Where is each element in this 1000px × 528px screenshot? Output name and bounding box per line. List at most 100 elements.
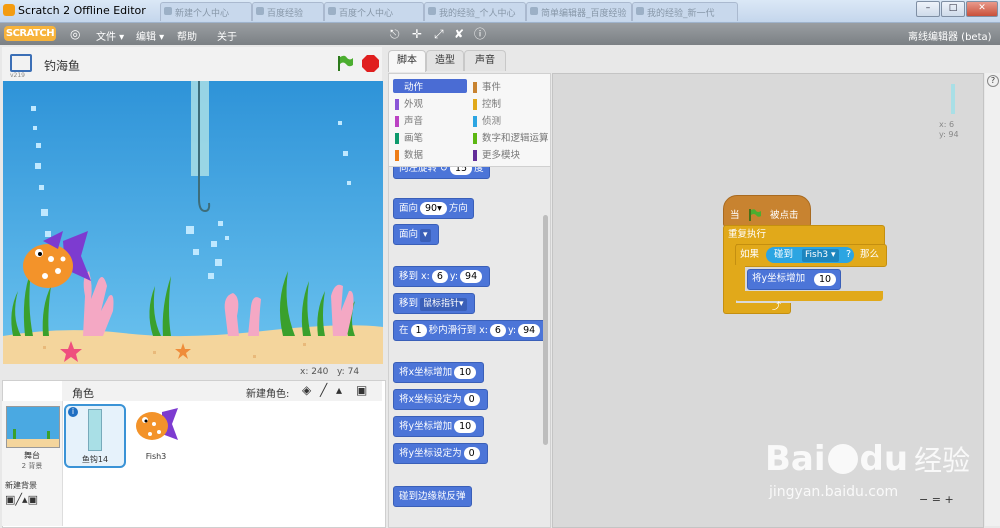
sprite-tile-hook[interactable]: i 鱼钩14 <box>64 404 126 468</box>
browser-tab-2[interactable]: 百度经验 <box>252 2 324 21</box>
backdrop-library-icon[interactable]: ▣ <box>5 493 15 506</box>
zoom-in-icon[interactable]: + <box>944 493 953 506</box>
block-input[interactable]: 0 <box>463 393 480 406</box>
shrink-icon[interactable]: ✘ <box>454 27 464 41</box>
bounce-block[interactable]: 碰到边缘就反弹 <box>393 486 472 507</box>
duplicate-stamp-icon[interactable]: ⎋ <box>390 27 400 41</box>
help-icon[interactable]: ⓘ <box>474 27 486 41</box>
project-title[interactable]: 钓海鱼 <box>44 57 80 74</box>
right-scrollbar[interactable]: ? <box>985 73 1000 526</box>
change-y-script-block[interactable]: 将y坐标增加 10 <box>747 269 841 290</box>
set-x-block[interactable]: 将x坐标设定为 0 <box>393 389 488 410</box>
turn-left-block[interactable]: 向左旋转 ↺ 15 度 <box>393 166 490 179</box>
block-text: 移到 <box>399 298 419 309</box>
block-input[interactable]: 94 <box>518 324 541 337</box>
if-prefix: 如果 <box>740 249 760 260</box>
block-dropdown[interactable]: ▾ <box>420 229 431 242</box>
browser-tab-3[interactable]: 百度个人中心 <box>324 2 424 21</box>
sprite-library-icon[interactable]: ◈ <box>302 383 311 397</box>
point-towards-block[interactable]: 面向 ▾ <box>393 224 439 245</box>
glide-block[interactable]: 在 1 秒内滑行到 x: 6 y: 94 <box>393 320 549 341</box>
minimize-button[interactable]: – <box>916 1 940 17</box>
block-text: 方向 <box>448 203 468 214</box>
cut-icon[interactable]: ✛ <box>412 27 422 41</box>
sprite-tile-fish3[interactable]: Fish3 <box>128 404 184 464</box>
paint-brush-icon[interactable]: ╱ <box>320 383 327 397</box>
touching-target-dropdown[interactable]: Fish3 ▾ <box>802 249 839 262</box>
stop-icon[interactable] <box>362 55 379 75</box>
category-looks[interactable]: 外观 <box>395 96 423 110</box>
category-sensing[interactable]: 侦测 <box>473 113 501 127</box>
baidu-watermark: Bai du 经验 <box>765 439 970 479</box>
category-more-blocks[interactable]: 更多模块 <box>473 147 520 161</box>
block-text: 度 <box>474 166 484 174</box>
block-text: 将x坐标设定为 <box>399 394 462 405</box>
go-to-block[interactable]: 移到 鼠标指针▾ <box>393 293 475 314</box>
change-x-block[interactable]: 将x坐标增加 10 <box>393 362 485 383</box>
block-input[interactable]: 10 <box>814 273 837 286</box>
category-control[interactable]: 控制 <box>473 96 501 110</box>
if-then: 那么 <box>860 249 880 260</box>
block-input[interactable]: 0 <box>463 447 480 460</box>
block-input[interactable]: 1 <box>410 324 427 337</box>
go-to-xy-block[interactable]: 移到 x: 6 y: 94 <box>393 266 491 287</box>
info-icon[interactable]: i <box>68 407 78 417</box>
menu-help[interactable]: 帮助 <box>177 28 197 43</box>
browser-tab-6[interactable]: 我的经验_新一代 <box>632 2 738 21</box>
forever-block[interactable]: 重复执行 <box>723 225 885 245</box>
camera-icon[interactable]: ▣ <box>356 383 367 397</box>
maximize-button[interactable]: □ <box>941 1 965 17</box>
category-pen-label: 画笔 <box>404 133 424 144</box>
category-control-label: 控制 <box>482 99 502 110</box>
mouse-coordinates: x: 240 y: 74 <box>300 367 359 377</box>
category-data[interactable]: 数据 <box>395 147 423 161</box>
set-y-block[interactable]: 将y坐标设定为 0 <box>393 443 488 464</box>
block-input[interactable]: 15 <box>449 167 473 175</box>
tab-sounds[interactable]: 声音 <box>464 50 506 71</box>
block-input[interactable]: 6 <box>431 270 448 283</box>
category-data-label: 数据 <box>404 150 424 161</box>
tab-costumes[interactable]: 造型 <box>426 50 464 71</box>
block-input[interactable]: 10 <box>454 366 477 379</box>
backdrop-camera-icon[interactable]: ▣ <box>28 493 38 506</box>
script-area[interactable]: x: 6 y: 94 当 被点击 重复执行 如果 碰到 Fish3 ▾ ? 那么… <box>552 73 984 528</box>
browser-tab-1[interactable]: 新建个人中心 <box>160 2 252 21</box>
if-block[interactable]: 如果 碰到 Fish3 ▾ ? 那么 <box>735 244 887 267</box>
category-operators[interactable]: 数字和逻辑运算 <box>473 130 549 144</box>
tab-scripts[interactable]: 脚本 <box>388 50 426 72</box>
zoom-reset-icon[interactable]: = <box>932 493 941 506</box>
category-motion[interactable]: 动作 <box>393 79 467 93</box>
change-y-block[interactable]: 将y坐标增加 10 <box>393 416 485 437</box>
hat-prefix: 当 <box>730 210 740 221</box>
zoom-out-icon[interactable]: − <box>919 493 928 506</box>
browser-tab-4[interactable]: 我的经验_个人中心 <box>424 2 526 21</box>
upload-icon[interactable]: ▴ <box>336 383 342 397</box>
window-title: Scratch 2 Offline Editor <box>18 4 146 17</box>
when-flag-clicked-block[interactable]: 当 被点击 <box>723 195 811 227</box>
globe-icon[interactable]: ◎ <box>70 27 80 41</box>
browser-tab-label: 我的经验_个人中心 <box>439 9 516 19</box>
menu-edit[interactable]: 编辑 ▾ <box>136 28 164 43</box>
block-input[interactable]: 10 <box>454 420 477 433</box>
help-icon[interactable]: ? <box>987 75 999 87</box>
close-button[interactable]: ✕ <box>966 1 998 17</box>
block-input[interactable]: 90▾ <box>420 202 447 215</box>
menu-about[interactable]: 关于 <box>217 28 237 43</box>
green-flag-icon[interactable] <box>336 54 354 75</box>
stage-thumbnail[interactable] <box>6 406 60 448</box>
block-dropdown[interactable]: 鼠标指针▾ <box>420 298 467 311</box>
block-input[interactable]: 94 <box>460 270 483 283</box>
palette-scrollbar[interactable] <box>543 215 548 445</box>
presentation-mode-icon[interactable] <box>10 54 32 72</box>
scratch-logo[interactable]: SCRATCH <box>4 26 56 41</box>
stage[interactable] <box>3 81 383 364</box>
block-input[interactable]: 6 <box>489 324 506 337</box>
grow-icon[interactable]: ⤢ <box>434 27 444 41</box>
category-events[interactable]: 事件 <box>473 79 501 93</box>
category-pen[interactable]: 画笔 <box>395 130 423 144</box>
menu-file[interactable]: 文件 ▾ <box>96 28 124 43</box>
touching-block[interactable]: 碰到 Fish3 ▾ ? <box>766 247 854 263</box>
category-sound[interactable]: 声音 <box>395 113 423 127</box>
browser-tab-5[interactable]: 简单编辑器_百度经验 <box>526 2 632 21</box>
point-in-direction-block[interactable]: 面向 90▾ 方向 <box>393 198 474 219</box>
